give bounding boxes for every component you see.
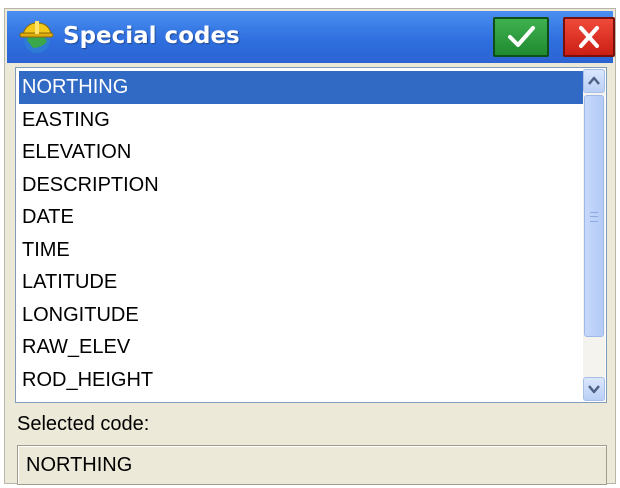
list-item[interactable]: TIME: [19, 234, 583, 267]
codes-list-items: NORTHING EASTING ELEVATION DESCRIPTION D…: [19, 71, 583, 399]
hardhat-globe-icon: [19, 21, 54, 53]
scroll-down-button[interactable]: [583, 377, 605, 401]
selected-code-label: Selected code:: [17, 413, 150, 435]
special-codes-list[interactable]: NORTHING EASTING ELEVATION DESCRIPTION D…: [15, 67, 607, 403]
special-codes-dialog: Special codes NORTHING EASTING ELEVATION…: [4, 8, 616, 485]
selected-code-value: NORTHING: [26, 454, 133, 476]
list-item[interactable]: DESCRIPTION: [19, 169, 583, 202]
list-item[interactable]: RAW_ELEV: [19, 331, 583, 364]
list-item[interactable]: ROD_HEIGHT: [19, 364, 583, 397]
chevron-up-icon: [588, 76, 600, 85]
scroll-up-button[interactable]: [583, 69, 605, 93]
list-item[interactable]: LONGITUDE: [19, 299, 583, 332]
list-item[interactable]: ELEVATION: [19, 136, 583, 169]
list-item[interactable]: EASTING: [19, 104, 583, 137]
checkmark-icon: [508, 26, 535, 47]
scrollbar-grip: [590, 212, 598, 222]
close-icon: [579, 26, 599, 48]
list-item[interactable]: LATITUDE: [19, 266, 583, 299]
vertical-scrollbar[interactable]: [583, 69, 605, 401]
cancel-button[interactable]: [563, 17, 615, 57]
chevron-down-icon: [588, 385, 600, 394]
selected-code-field: NORTHING: [17, 445, 607, 485]
title-bar: Special codes: [7, 11, 615, 63]
ok-button[interactable]: [493, 17, 549, 57]
list-item[interactable]: DATE: [19, 201, 583, 234]
scrollbar-thumb[interactable]: [584, 95, 604, 337]
dialog-title: Special codes: [63, 23, 240, 49]
list-item[interactable]: NORTHING: [19, 71, 583, 104]
